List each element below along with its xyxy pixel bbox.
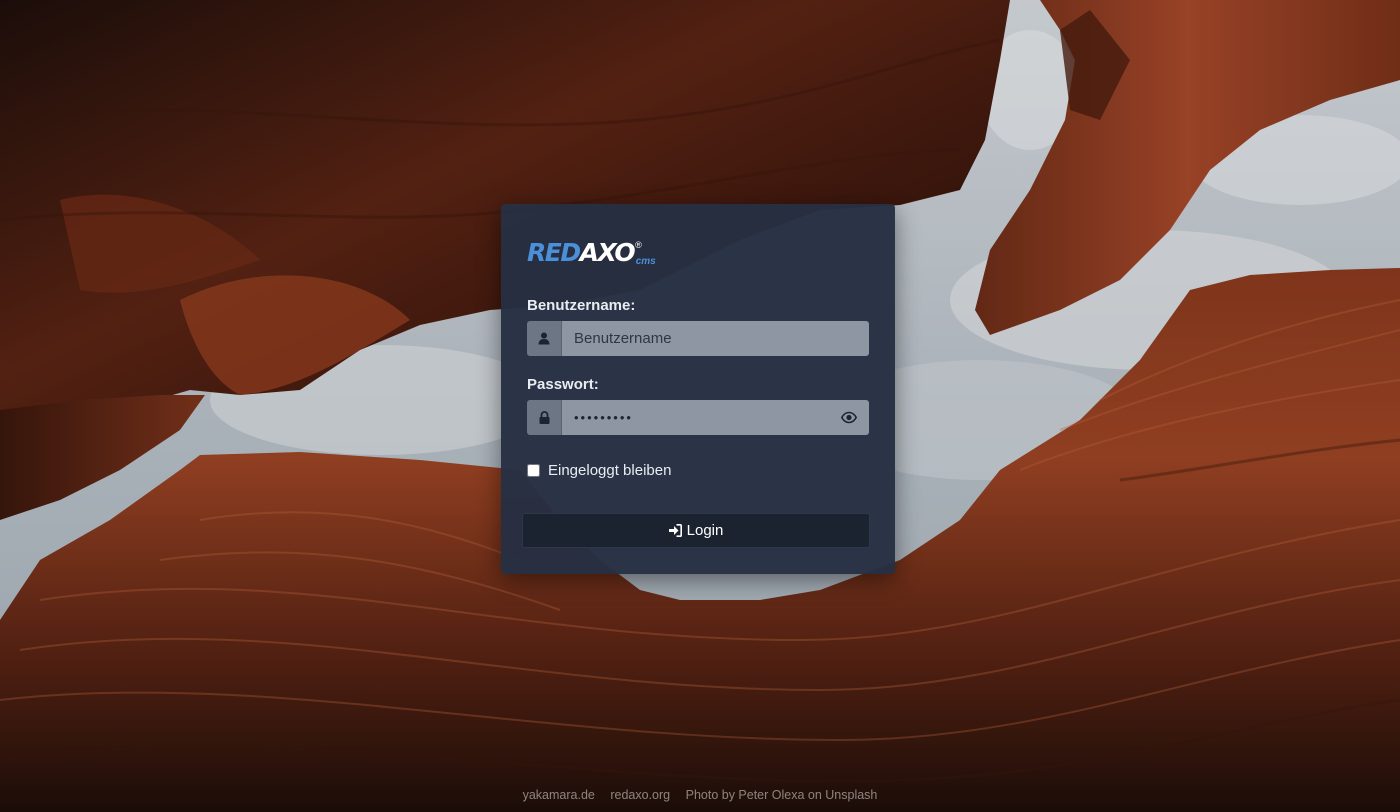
- password-input[interactable]: •••••••••: [562, 400, 869, 435]
- footer-link-photo-credit[interactable]: Photo by Peter Olexa on Unsplash: [686, 788, 878, 802]
- username-input-group: [527, 321, 869, 356]
- footer: yakamara.de redaxo.org Photo by Peter Ol…: [0, 788, 1400, 802]
- username-label: Benutzername:: [527, 297, 636, 314]
- eye-icon[interactable]: [840, 410, 858, 425]
- logo-text-axo: AXO: [579, 238, 636, 267]
- redaxo-logo: RED AXO ® cms: [527, 238, 656, 268]
- lock-icon: [527, 400, 562, 435]
- remember-checkbox[interactable]: [527, 464, 540, 477]
- remember-me[interactable]: Eingeloggt bleiben: [527, 462, 671, 479]
- footer-link-redaxo[interactable]: redaxo.org: [610, 788, 670, 802]
- footer-link-yakamara[interactable]: yakamara.de: [523, 788, 595, 802]
- logo-registered-mark: ®: [635, 240, 642, 250]
- password-label: Passwort:: [527, 376, 599, 393]
- login-panel: RED AXO ® cms Benutzername: Passwort: ••…: [501, 204, 895, 574]
- user-icon: [527, 321, 562, 356]
- logo-text-red: RED: [527, 238, 581, 267]
- logo-cms-suffix: cms: [635, 256, 656, 267]
- login-label: Login: [686, 522, 724, 539]
- sign-in-icon: [668, 524, 682, 537]
- password-masked-value: •••••••••: [574, 410, 633, 425]
- login-button[interactable]: Login: [522, 513, 870, 548]
- password-input-group: •••••••••: [527, 400, 869, 435]
- remember-label: Eingeloggt bleiben: [548, 462, 672, 479]
- username-input[interactable]: [562, 321, 869, 356]
